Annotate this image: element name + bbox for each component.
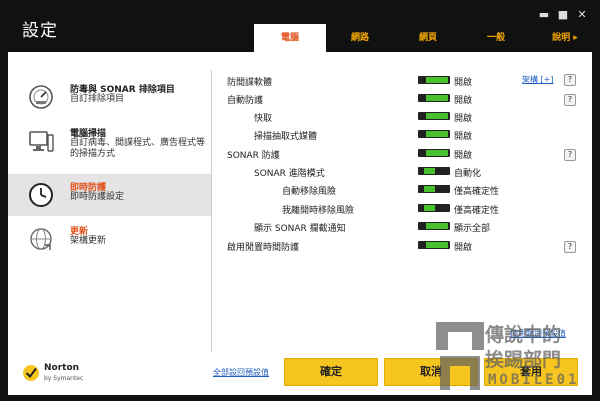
tab-help[interactable]: 說明 ▸ bbox=[530, 24, 600, 52]
tab-web[interactable]: 網頁 bbox=[394, 24, 462, 52]
setting-state: 開啟 bbox=[454, 114, 473, 124]
ok-button[interactable]: 確定 bbox=[284, 358, 378, 386]
configure-link[interactable]: 架構 [+] bbox=[522, 74, 554, 85]
setting-row: 自動防護 開啟 ? bbox=[8, 91, 592, 107]
setting-row: SONAR 進階模式 自動化 bbox=[8, 164, 592, 180]
setting-state: 開啟 bbox=[454, 96, 473, 106]
setting-toggle[interactable] bbox=[418, 76, 450, 84]
cancel-button[interactable]: 取消 bbox=[384, 358, 478, 386]
norton-brand-sub: by Symantec bbox=[44, 375, 84, 382]
setting-state: 開啟 bbox=[454, 243, 473, 253]
setting-row: 我離開時移除風險 僅高確定性 bbox=[8, 201, 592, 217]
setting-label: 防間諜軟體 bbox=[227, 78, 273, 88]
setting-toggle[interactable] bbox=[418, 149, 450, 157]
minimize-icon[interactable]: ▬ bbox=[536, 8, 552, 21]
help-icon[interactable]: ? bbox=[564, 94, 576, 106]
setting-label: SONAR 進階模式 bbox=[254, 169, 325, 179]
ok-button-label: 確定 bbox=[320, 365, 342, 378]
setting-toggle[interactable] bbox=[418, 130, 450, 138]
setting-row: 快取 開啟 bbox=[8, 109, 592, 125]
tab-bar: 電腦 網路 網頁 一般 說明 ▸ bbox=[254, 24, 600, 52]
setting-state: 開啟 bbox=[454, 78, 473, 88]
help-icon[interactable]: ? bbox=[564, 149, 576, 161]
setting-toggle[interactable] bbox=[418, 94, 450, 102]
apply-button[interactable]: 套用 bbox=[484, 358, 578, 386]
setting-label: 自動移除風險 bbox=[282, 187, 337, 197]
setting-label: 掃描抽取式媒體 bbox=[254, 132, 318, 142]
norton-logo: Norton by Symantec bbox=[22, 361, 102, 387]
setting-label: 我離開時移除風險 bbox=[282, 206, 355, 216]
setting-row: 啟用閒置時間防護 開啟 ? bbox=[8, 238, 592, 254]
setting-row: 顯示 SONAR 攔截通知 顯示全部 bbox=[8, 219, 592, 235]
close-icon[interactable]: ✕ bbox=[574, 8, 590, 21]
help-icon[interactable]: ? bbox=[564, 74, 576, 86]
apply-button-label: 套用 bbox=[520, 365, 542, 378]
use-category-defaults-link[interactable]: 使用類別預設值 bbox=[510, 328, 566, 339]
setting-toggle[interactable] bbox=[418, 112, 450, 120]
reset-all-defaults-link[interactable]: 全部設回預設值 bbox=[213, 367, 269, 378]
tab-computer[interactable]: 電腦 bbox=[254, 24, 326, 52]
settings-window: 設定 ▬ ■ ✕ 電腦 網路 網頁 一般 說明 ▸ 防毒與 SONAR 排除項目… bbox=[0, 0, 600, 401]
setting-label: 顯示 SONAR 攔截通知 bbox=[254, 224, 346, 234]
setting-state: 顯示全部 bbox=[454, 224, 491, 234]
setting-row: 掃描抽取式媒體 開啟 bbox=[8, 127, 592, 143]
setting-toggle[interactable] bbox=[418, 204, 450, 212]
help-icon[interactable]: ? bbox=[564, 241, 576, 253]
setting-label: 自動防護 bbox=[227, 96, 264, 106]
setting-row: 自動移除風險 僅高確定性 bbox=[8, 182, 592, 198]
setting-state: 僅高確定性 bbox=[454, 206, 500, 216]
setting-toggle[interactable] bbox=[418, 167, 450, 175]
setting-toggle[interactable] bbox=[418, 185, 450, 193]
setting-label: SONAR 防護 bbox=[227, 151, 280, 161]
setting-row: SONAR 防護 開啟 ? bbox=[8, 146, 592, 162]
norton-brand: Norton bbox=[44, 363, 80, 373]
setting-toggle[interactable] bbox=[418, 241, 450, 249]
title-bar: 設定 ▬ ■ ✕ 電腦 網路 網頁 一般 說明 ▸ bbox=[0, 0, 600, 52]
cancel-button-label: 取消 bbox=[420, 365, 442, 378]
setting-state: 開啟 bbox=[454, 151, 473, 161]
setting-label: 啟用閒置時間防護 bbox=[227, 243, 300, 253]
setting-label: 快取 bbox=[254, 114, 273, 124]
setting-toggle[interactable] bbox=[418, 222, 450, 230]
setting-state: 僅高確定性 bbox=[454, 187, 500, 197]
setting-state: 自動化 bbox=[454, 169, 482, 179]
settings-panel: 防毒與 SONAR 排除項目 自訂排除項目 電腦掃描 自訂病毒、間諜程式、廣告程… bbox=[8, 52, 592, 395]
norton-check-icon bbox=[23, 365, 39, 381]
setting-state: 開啟 bbox=[454, 132, 473, 142]
setting-row: 防間諜軟體 開啟 架構 [+] ? bbox=[8, 73, 592, 89]
tab-network[interactable]: 網路 bbox=[326, 24, 394, 52]
tab-general[interactable]: 一般 bbox=[462, 24, 530, 52]
window-title: 設定 bbox=[22, 21, 58, 41]
maximize-icon[interactable]: ■ bbox=[555, 8, 571, 21]
